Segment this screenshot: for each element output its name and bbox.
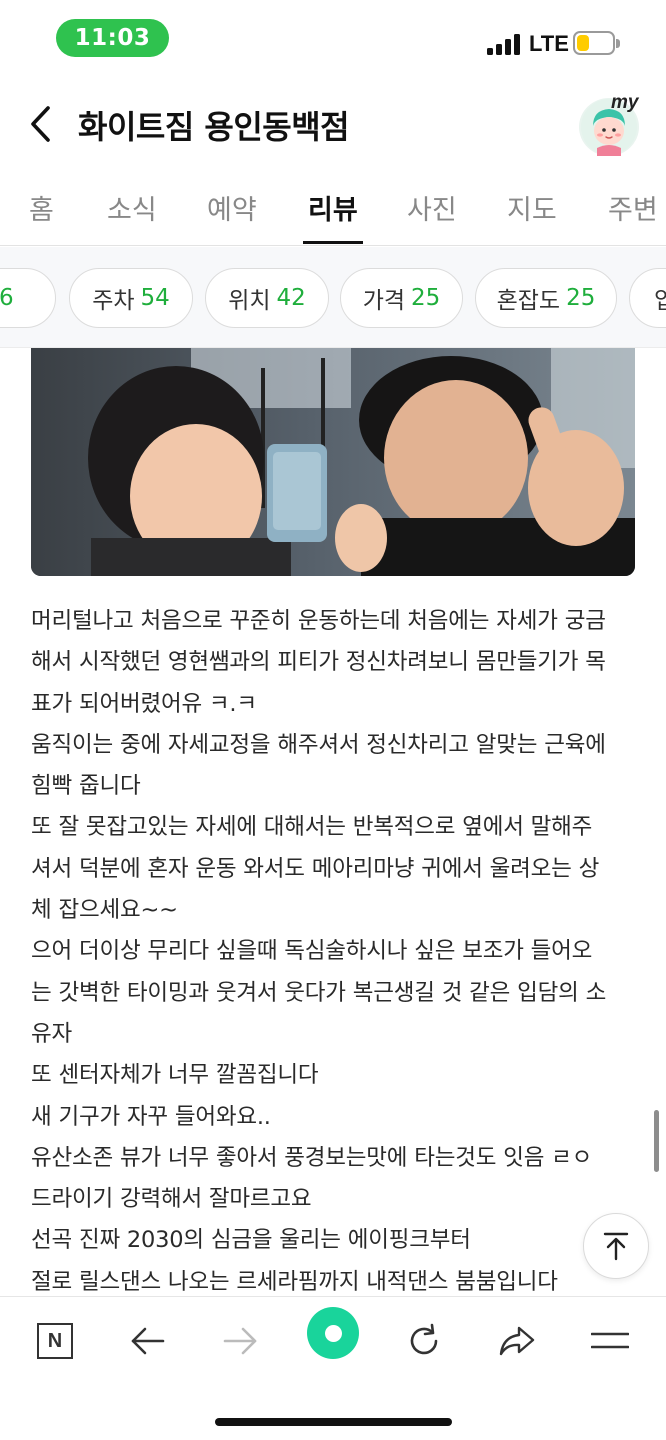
chip-count: 25	[411, 285, 441, 311]
chip-congestion[interactable]: 혼잡도 25	[475, 268, 617, 328]
share-icon	[499, 1326, 535, 1356]
status-bar: 11:03 LTE	[0, 0, 666, 78]
chip-label: 위치	[228, 288, 271, 314]
chip-parking[interactable]: 주차 54	[69, 268, 193, 328]
refresh-button[interactable]	[394, 1314, 454, 1368]
chip-count: 54	[140, 285, 170, 311]
tab-news[interactable]: 소식	[107, 188, 157, 227]
tab-home[interactable]: 홈	[29, 188, 54, 227]
tab-map[interactable]: 지도	[507, 188, 557, 227]
review-line: 해서 시작했던 영현쌤과의 피티가 정신차려보니 몸만들기가 목	[31, 649, 606, 676]
app-header: 화이트짐 용인동백점 my	[0, 80, 666, 170]
chip-label: 입	[654, 281, 666, 315]
review-line: 또 잘 못잡고있는 자세에 대해서는 반복적으로 옆에서 말해주	[31, 814, 593, 841]
review-line: 으어 더이상 무리다 싶을때 독심술하시나 싶은 보조가 들어오	[31, 938, 593, 965]
tab-photo[interactable]: 사진	[407, 188, 457, 227]
tab-review[interactable]: 리뷰	[308, 188, 358, 227]
review-line: 또 센터자체가 너무 깔꼼집니다	[31, 1062, 319, 1089]
arrow-up-icon	[603, 1232, 629, 1261]
review-text: 머리털나고 처음으로 꾸준히 운동하는데 처음에는 자세가 궁금해서 시작했던 …	[31, 601, 641, 1303]
refresh-icon	[410, 1323, 438, 1355]
share-button[interactable]	[487, 1314, 547, 1368]
chip-label: 주차	[92, 288, 135, 314]
chip-label: 혼잡도	[496, 288, 561, 314]
browser-toolbar: N	[0, 1296, 666, 1440]
scrollbar[interactable]	[654, 1110, 659, 1172]
forward-nav-button[interactable]	[210, 1314, 270, 1368]
menu-button[interactable]	[580, 1314, 640, 1368]
chip-keyword[interactable]: 96	[0, 268, 56, 328]
naver-n-icon: N	[37, 1323, 73, 1359]
chip-count: 42	[276, 285, 306, 311]
profile-avatar[interactable]: my	[579, 92, 639, 156]
scroll-to-top-button[interactable]	[583, 1213, 649, 1279]
chip-count: 25	[566, 285, 596, 311]
signal-icon	[487, 33, 523, 55]
status-time: 11:03	[56, 19, 169, 57]
chip-location[interactable]: 위치 42	[205, 268, 329, 328]
back-button[interactable]	[24, 102, 64, 146]
review-line: 유자	[31, 1020, 73, 1047]
review-line: 새 기구가 자꾸 들어와요..	[31, 1103, 271, 1130]
review-line: 머리털나고 처음으로 꾸준히 운동하는데 처음에는 자세가 궁금	[31, 608, 606, 634]
chip-price[interactable]: 가격 25	[340, 268, 463, 328]
chip-next[interactable]: 입	[629, 268, 666, 328]
arrow-right-icon	[223, 1327, 257, 1355]
review-line: 움직이는 중에 자세교정을 해주셔서 정신차리고 알맞는 근육에	[31, 731, 606, 758]
review-photo[interactable]	[31, 348, 635, 576]
review-line: 유산소존 뷰가 너무 좋아서 풍경보는맛에 타는것도 잇음 ㄹㅇ	[31, 1144, 593, 1171]
keyword-chip-bar: 96 주차54 위치42 가격25 혼잡도25 입	[0, 247, 666, 348]
active-tab-indicator	[303, 241, 363, 244]
chevron-left-icon	[31, 106, 50, 142]
arrow-left-icon	[131, 1327, 165, 1355]
tab-bar: 홈 소식 예약 리뷰 사진 지도 주변	[0, 170, 666, 246]
review-line: 셔서 덕분에 혼자 운동 와서도 메아리마냥 귀에서 울려오는 상	[31, 855, 600, 882]
my-badge: my	[611, 92, 639, 113]
review-line: 드라이기 강력해서 잘마르고요	[31, 1186, 312, 1213]
green-dot-icon	[324, 1324, 342, 1342]
battery-icon	[573, 31, 620, 55]
tab-reservation[interactable]: 예약	[207, 188, 257, 227]
chip-count: 96	[0, 285, 14, 311]
back-nav-button[interactable]	[118, 1314, 178, 1368]
naver-home-button[interactable]: N	[25, 1314, 85, 1368]
hamburger-menu-icon	[591, 1332, 629, 1349]
review-line: 힘빡 줍니다	[31, 773, 141, 800]
review-line: 표가 되어버렸어유 ㅋ.ㅋ	[31, 690, 257, 717]
green-dot-button[interactable]	[307, 1307, 359, 1359]
tab-nearby[interactable]: 주변	[608, 188, 658, 227]
review-line: 는 갓벽한 타이밍과 웃겨서 웃다가 복근생길 것 같은 입담의 소	[31, 979, 607, 1006]
gym-photo-image	[31, 348, 635, 576]
review-line: 선곡 진짜 2030의 심금을 울리는 에이핑크부터	[31, 1227, 471, 1254]
review-line: 체 잡으세요~~	[31, 897, 178, 924]
chip-label: 가격	[362, 288, 406, 314]
home-indicator	[215, 1418, 452, 1426]
page-title: 화이트짐 용인동백점	[78, 108, 350, 146]
network-label: LTE	[529, 31, 569, 56]
